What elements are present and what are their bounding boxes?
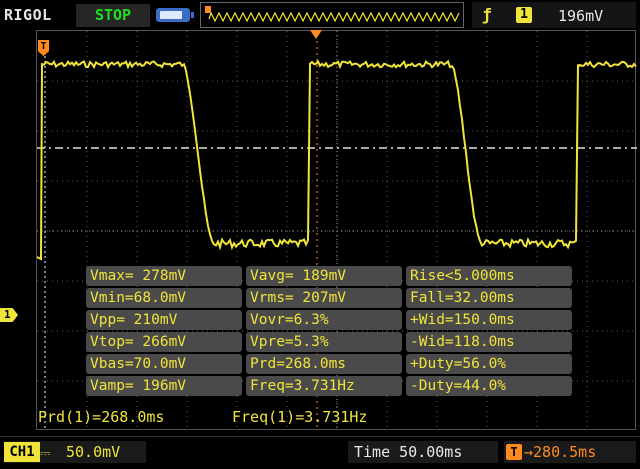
trigger-level: 196mV xyxy=(558,7,604,25)
run-status-badge[interactable]: STOP xyxy=(76,4,150,27)
measurement-cell: -Wid=118.0ms xyxy=(406,332,572,352)
measurement-cell: Rise<5.000ms xyxy=(406,266,572,286)
measurement-cell: Freq=3.731Hz xyxy=(246,376,402,396)
trigger-settings[interactable]: ƒ 1 196mV xyxy=(472,2,636,28)
measurement-cell: +Duty=56.0% xyxy=(406,354,572,374)
measurement-cell: Vbas=70.0mV xyxy=(86,354,242,374)
measurement-cell: +Wid=150.0ms xyxy=(406,310,572,330)
measurement-cell: Vtop= 266mV xyxy=(86,332,242,352)
bottom-bar: CH1 ⎓ 50.0mV Time 50.00ms T →280.5ms xyxy=(0,436,640,469)
measurement-cell: -Duty=44.0% xyxy=(406,376,572,396)
trigger-source-badge: 1 xyxy=(516,7,532,23)
measurement-row: Vbas=70.0mV Prd=268.0ms +Duty=56.0% xyxy=(86,354,572,374)
trigger-offset-value: →280.5ms xyxy=(524,443,597,461)
measurement-cell: Vrms= 207mV xyxy=(246,288,402,308)
vertical-scale: 50.0mV xyxy=(66,443,121,461)
trigger-offset-icon: T xyxy=(506,444,522,460)
measurement-row: Vamp= 196mV Freq=3.731Hz -Duty=44.0% xyxy=(86,376,572,396)
channel-1-offset-marker[interactable]: 1 xyxy=(0,308,18,322)
measurement-row: Vmax= 278mV Vavg= 189mV Rise<5.000ms xyxy=(86,266,572,286)
measurement-cell: Prd=268.0ms xyxy=(246,354,402,374)
measurement-row: Vtop= 266mV Vpre=5.3% -Wid=118.0ms xyxy=(86,332,572,352)
measurement-cell: Vpre=5.3% xyxy=(246,332,402,352)
measurement-cell: Vmin=68.0mV xyxy=(86,288,242,308)
trigger-offset-setting[interactable]: T →280.5ms xyxy=(504,441,636,463)
period-readout: Prd(1)=268.0ms xyxy=(38,408,165,426)
frequency-readout: Freq(1)=3.731Hz xyxy=(232,408,368,426)
measurement-cell: Vmax= 278mV xyxy=(86,266,242,286)
waveform-overview xyxy=(200,2,464,28)
top-bar: RIGOL STOP ƒ 1 196mV xyxy=(0,0,640,30)
channel-name: CH1 xyxy=(4,442,40,462)
measurement-cell: Fall=32.00ms xyxy=(406,288,572,308)
rising-edge-icon: ƒ xyxy=(482,5,492,24)
measurement-panel: Vmax= 278mV Vavg= 189mV Rise<5.000ms Vmin=6… xyxy=(86,266,572,398)
measurement-cell: Vamp= 196mV xyxy=(86,376,242,396)
measurement-cell: Vavg= 189mV xyxy=(246,266,402,286)
measurement-cell: Vovr=6.3% xyxy=(246,310,402,330)
dc-coupling-icon: ⎓ xyxy=(40,446,51,461)
measurement-row: Vpp= 210mV Vovr=6.3% +Wid=150.0ms xyxy=(86,310,572,330)
measurement-cell: Vpp= 210mV xyxy=(86,310,242,330)
brand-logo: RIGOL xyxy=(4,6,52,24)
measurement-row: Vmin=68.0mV Vrms= 207mV Fall=32.00ms xyxy=(86,288,572,308)
timebase-setting[interactable]: Time 50.00ms xyxy=(348,441,498,463)
channel-1-settings[interactable]: CH1 ⎓ 50.0mV xyxy=(4,441,146,463)
memory-icon xyxy=(156,8,194,22)
